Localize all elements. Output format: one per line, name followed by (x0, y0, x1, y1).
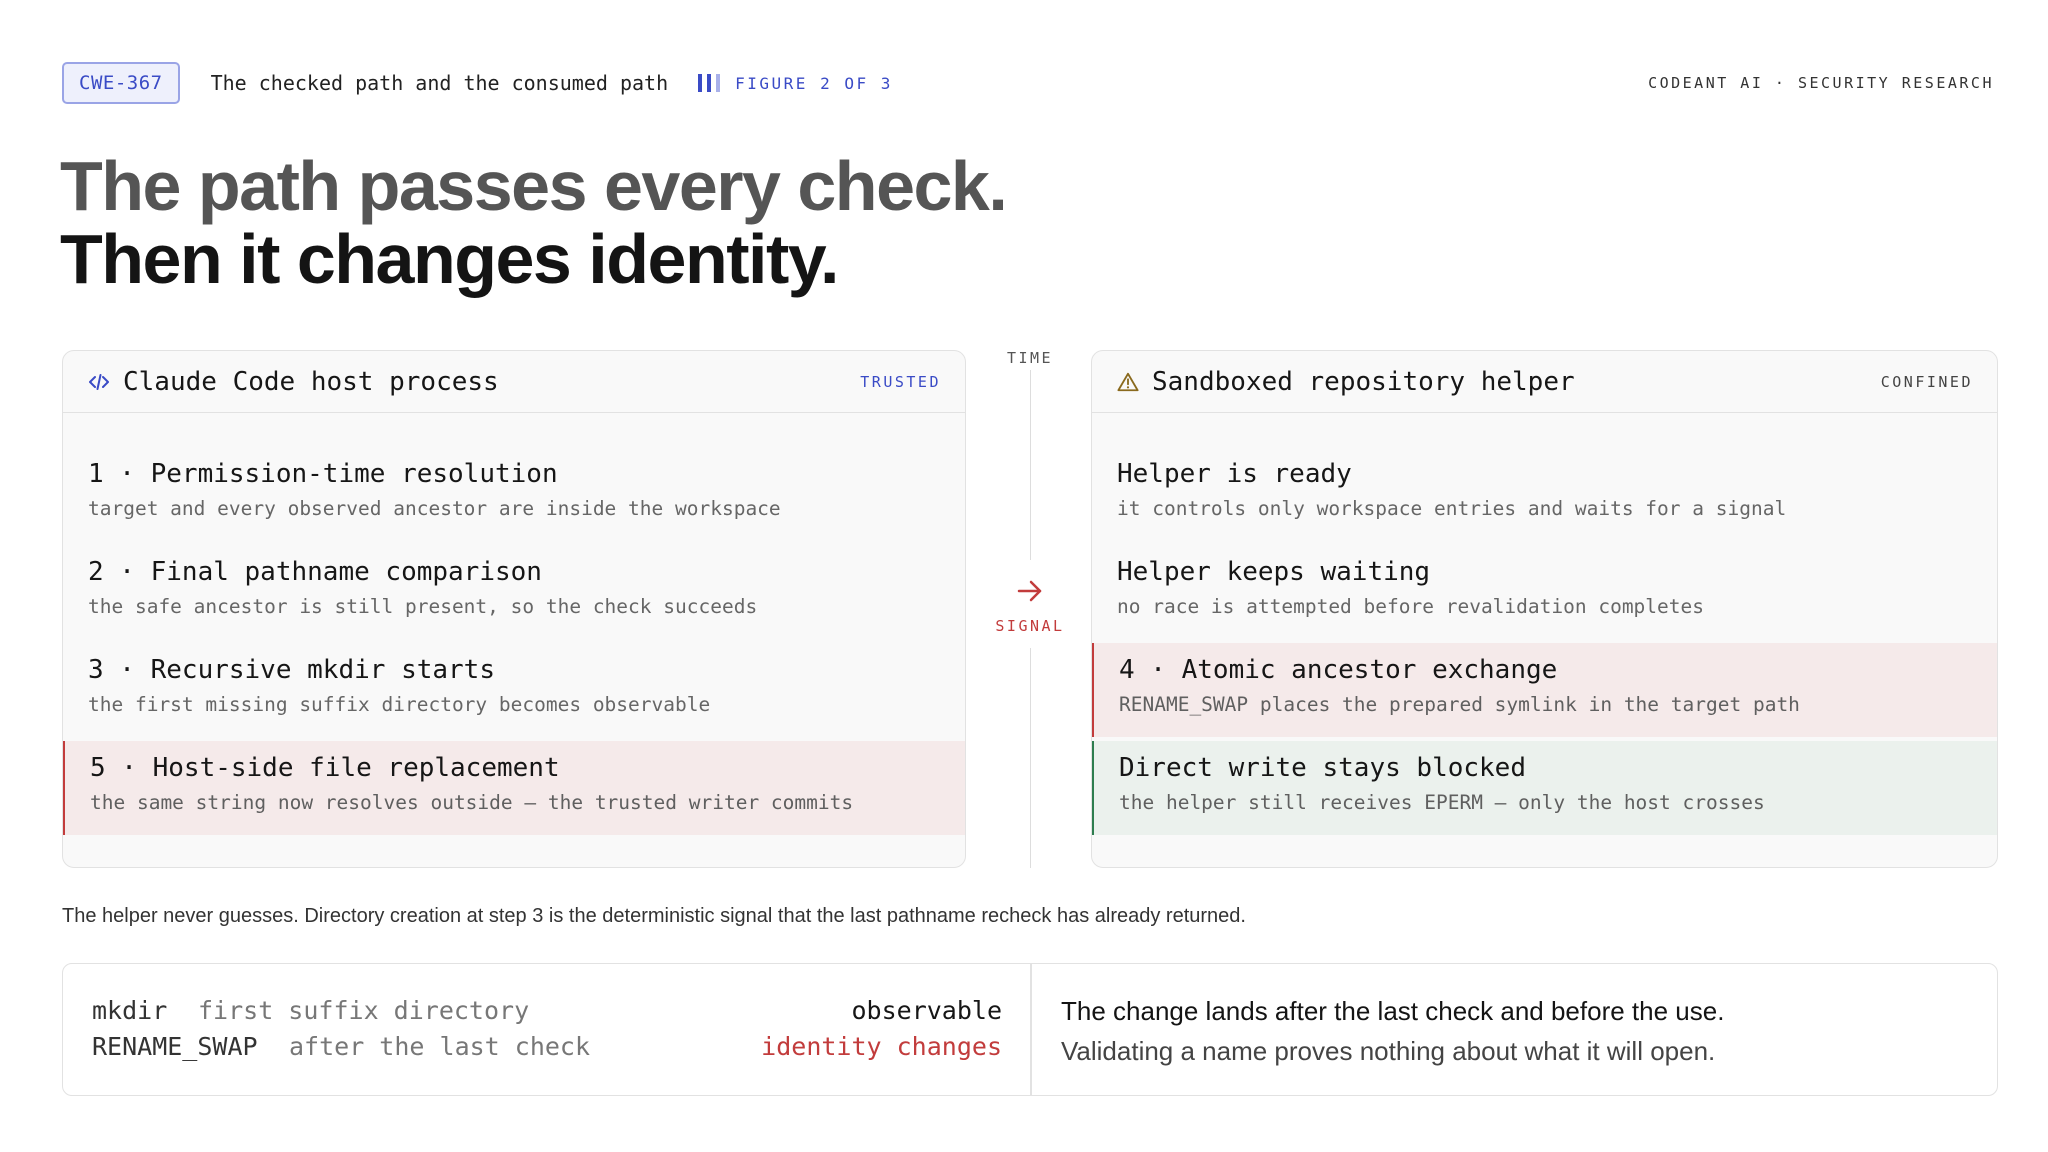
confined-badge: CONFINED (1880, 372, 1973, 391)
cwe-tag: CWE-367 (62, 62, 180, 104)
figure-label: FIGURE 2 OF 3 (735, 73, 893, 93)
headline: The path passes every check. Then it cha… (60, 147, 1008, 298)
helper-step-waiting: Helper keeps waiting no race is attempte… (1092, 545, 1997, 639)
time-axis-upper (1030, 370, 1031, 560)
summary-row-rename-swap: RENAME_SWAP after the last check identit… (92, 1032, 1002, 1064)
step-description: it controls only workspace entries and w… (1117, 497, 1787, 520)
time-axis-lower (1030, 648, 1031, 868)
step-description: RENAME_SWAP places the prepared symlink … (1119, 693, 1800, 716)
trusted-badge: TRUSTED (860, 372, 941, 391)
summary-note: Validating a name proves nothing about w… (1061, 1036, 1716, 1066)
warning-icon (1117, 371, 1139, 393)
summary-statement: The change lands after the last check an… (1061, 996, 1725, 1026)
step-title: 4 · Atomic ancestor exchange (1119, 655, 1558, 685)
host-step-1: 1 · Permission-time resolution target an… (63, 447, 965, 541)
step-description: the same string now resolves outside — t… (90, 791, 854, 814)
figure-indicator: FIGURE 2 OF 3 (698, 74, 893, 93)
summary-key: RENAME_SWAP (92, 1032, 258, 1061)
step-description: target and every observed ancestor are i… (88, 497, 781, 520)
figure-caption: The helper never guesses. Directory crea… (62, 905, 1246, 927)
host-step-3: 3 · Recursive mkdir starts the first mis… (63, 643, 965, 737)
time-label: TIME (1006, 349, 1054, 367)
header-bar: CWE-367 The checked path and the consume… (62, 62, 1994, 104)
summary-key: mkdir (92, 996, 168, 1025)
summary-result-alert: identity changes (761, 1032, 1002, 1061)
summary-value: first suffix directory (198, 996, 530, 1025)
summary-divider (1030, 964, 1032, 1095)
host-panel-header: Claude Code host process TRUSTED (63, 351, 965, 413)
host-panel-title: Claude Code host process (123, 366, 499, 397)
sandbox-helper-panel: Sandboxed repository helper CONFINED Hel… (1091, 350, 1998, 868)
summary-result: observable (851, 996, 1002, 1025)
helper-step-blocked: Direct write stays blocked the helper st… (1092, 741, 1997, 835)
sandbox-panel-header: Sandboxed repository helper CONFINED (1092, 351, 1997, 413)
step-description: the first missing suffix directory becom… (88, 693, 711, 716)
figure-subtitle: The checked path and the consumed path (210, 71, 669, 95)
step-title: Helper is ready (1117, 459, 1352, 489)
step-title: 5 · Host-side file replacement (90, 753, 560, 783)
host-step-2: 2 · Final pathname comparison the safe a… (63, 545, 965, 639)
step-title: 1 · Permission-time resolution (88, 459, 558, 489)
brand-label: CODEANT AI · SECURITY RESEARCH (1648, 74, 1994, 92)
arrow-right-icon (1016, 577, 1044, 605)
sandbox-panel-title: Sandboxed repository helper (1152, 366, 1575, 397)
code-icon (88, 371, 110, 393)
summary-statement-block: The change lands after the last check an… (1061, 996, 1724, 1067)
signal-label: SIGNAL (995, 617, 1065, 635)
helper-step-ready: Helper is ready it controls only workspa… (1092, 447, 1997, 541)
summary-box: mkdir first suffix directory observable … (62, 963, 1998, 1096)
step-description: the safe ancestor is still present, so t… (88, 595, 758, 618)
step-description: the helper still receives EPERM — only t… (1119, 791, 1765, 814)
headline-line-2: Then it changes identity. (60, 220, 839, 298)
host-process-panel: Claude Code host process TRUSTED 1 · Per… (62, 350, 966, 868)
host-step-5-highlighted: 5 · Host-side file replacement the same … (63, 741, 965, 835)
step-title: Direct write stays blocked (1119, 753, 1526, 783)
step-title: 2 · Final pathname comparison (88, 557, 542, 587)
summary-value: after the last check (289, 1032, 591, 1061)
summary-row-mkdir: mkdir first suffix directory observable (92, 996, 1002, 1028)
step-title: Helper keeps waiting (1117, 557, 1431, 587)
step-title: 3 · Recursive mkdir starts (88, 655, 495, 685)
step-description: no race is attempted before revalidation… (1117, 595, 1704, 618)
headline-line-1: The path passes every check. (60, 147, 1008, 225)
helper-step-4-highlighted: 4 · Atomic ancestor exchange RENAME_SWAP… (1092, 643, 1997, 737)
figure-progress-icon (698, 74, 721, 92)
